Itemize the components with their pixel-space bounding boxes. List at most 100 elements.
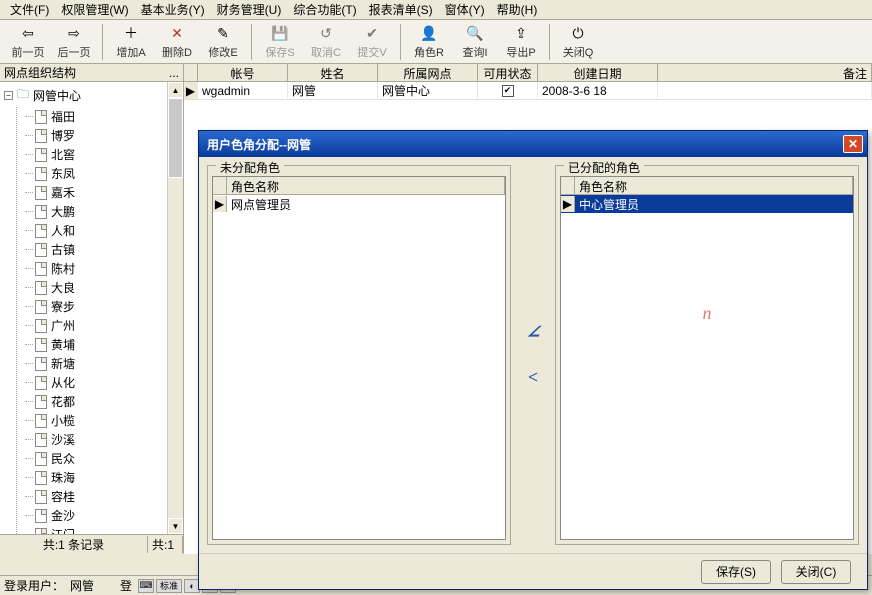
list-item[interactable]: ▶网点管理员 <box>213 195 505 213</box>
toolbar-label: 前一页 <box>12 44 45 60</box>
tree-node[interactable]: 古镇 <box>17 240 165 259</box>
scroll-thumb[interactable] <box>168 98 183 178</box>
scroll-up-icon[interactable]: ▲ <box>168 82 183 98</box>
tree-node[interactable]: 花都 <box>17 392 165 411</box>
toolbar-角色R-button[interactable]: 👤角色R <box>407 22 451 62</box>
col-branch[interactable]: 所属网点 <box>378 64 478 81</box>
tree-root[interactable]: −🗀网管中心 <box>2 84 165 107</box>
tree-node[interactable]: 人和 <box>17 221 165 240</box>
tree-node[interactable]: 大良 <box>17 278 165 297</box>
tree-root-label: 网管中心 <box>33 87 81 104</box>
table-row[interactable]: ▶ wgadmin 网管 网管中心 ✔ 2008-3-6 18 <box>184 82 872 100</box>
tree-node-label: 东凤 <box>51 165 75 182</box>
save-button[interactable]: 保存(S) <box>701 560 771 584</box>
page-icon <box>35 129 47 143</box>
ime-mode[interactable]: 标准 <box>156 579 182 593</box>
tree-node-label: 广州 <box>51 317 75 334</box>
menu-item[interactable]: 帮助(H) <box>491 0 544 20</box>
toolbar-icon: 💾 <box>270 23 290 43</box>
tree-node[interactable]: 嘉禾 <box>17 183 165 202</box>
col-note[interactable]: 备注 <box>658 64 872 81</box>
scroll-down-icon[interactable]: ▼ <box>168 518 183 534</box>
toolbar-修改E-button[interactable]: ✎修改E <box>201 22 245 62</box>
list-item[interactable]: ▶中心管理员 <box>561 195 853 213</box>
toolbar-查询I-button[interactable]: 🔍查询I <box>453 22 497 62</box>
tree-node[interactable]: 江门 <box>17 525 165 534</box>
menu-item[interactable]: 报表清单(S) <box>363 0 439 20</box>
tree-more-icon[interactable]: ... <box>169 66 179 80</box>
tree-node[interactable]: 东凤 <box>17 164 165 183</box>
tree-node-label: 小榄 <box>51 412 75 429</box>
menu-bar: 文件(F)权限管理(W)基本业务(Y)财务管理(U)综合功能(T)报表清单(S)… <box>0 0 872 20</box>
tree-scrollbar[interactable]: ▲ ▼ <box>167 82 183 534</box>
col-enabled[interactable]: 可用状态 <box>478 64 538 81</box>
tree-node[interactable]: 容桂 <box>17 487 165 506</box>
col-date[interactable]: 创建日期 <box>538 64 658 81</box>
toolbar-后一页-button[interactable]: ⇨后一页 <box>52 22 96 62</box>
toolbar-导出P-button[interactable]: ⇪导出P <box>499 22 543 62</box>
toolbar-label: 取消C <box>311 44 341 60</box>
tree-body[interactable]: −🗀网管中心福田博罗北窖东凤嘉禾大鹏人和古镇陈村大良寮步广州黄埔新塘从化花都小榄… <box>0 82 167 534</box>
tree-node[interactable]: 从化 <box>17 373 165 392</box>
tree-node[interactable]: 大鹏 <box>17 202 165 221</box>
menu-item[interactable]: 窗体(Y) <box>439 0 491 20</box>
move-left-icon[interactable]: ∠ <box>525 322 540 343</box>
toolbar-icon: ✔ <box>362 23 382 43</box>
move-right-icon[interactable]: < <box>528 367 538 388</box>
col-account[interactable]: 帐号 <box>198 64 288 81</box>
toolbar-增加A-button[interactable]: ＋增加A <box>109 22 153 62</box>
tree-node-label: 新塘 <box>51 355 75 372</box>
page-icon <box>35 509 47 523</box>
menu-item[interactable]: 财务管理(U) <box>211 0 288 20</box>
tree-node[interactable]: 北窖 <box>17 145 165 164</box>
ime-icon[interactable]: ⌨ <box>138 579 154 593</box>
row-marker-icon: ▶ <box>184 82 198 99</box>
tree-header: 网点组织结构 ... <box>0 64 183 82</box>
toolbar-删除D-button[interactable]: ✕删除D <box>155 22 199 62</box>
tree-node[interactable]: 新塘 <box>17 354 165 373</box>
close-button[interactable]: 关闭(C) <box>781 560 851 584</box>
menu-item[interactable]: 权限管理(W) <box>55 0 134 20</box>
tree-node[interactable]: 小榄 <box>17 411 165 430</box>
close-icon[interactable]: ✕ <box>843 135 863 153</box>
tree-node[interactable]: 广州 <box>17 316 165 335</box>
tree-node-label: 大鹏 <box>51 203 75 220</box>
col-name[interactable]: 姓名 <box>288 64 378 81</box>
unassigned-group: 未分配角色 角色名称 ▶网点管理员 <box>207 165 511 545</box>
row-marker-header <box>184 64 198 81</box>
menu-item[interactable]: 综合功能(T) <box>287 0 362 20</box>
unassigned-grid[interactable]: 角色名称 ▶网点管理员 <box>212 176 506 540</box>
toolbar-前一页-button[interactable]: ⇦前一页 <box>6 22 50 62</box>
collapse-icon[interactable]: − <box>4 91 13 100</box>
menu-item[interactable]: 文件(F) <box>4 0 55 20</box>
tree-node[interactable]: 沙溪 <box>17 430 165 449</box>
tree-node[interactable]: 博罗 <box>17 126 165 145</box>
tree-node[interactable]: 寮步 <box>17 297 165 316</box>
tree-node-label: 黄埔 <box>51 336 75 353</box>
tree-node-label: 大良 <box>51 279 75 296</box>
tree-node[interactable]: 黄埔 <box>17 335 165 354</box>
menu-item[interactable]: 基本业务(Y) <box>135 0 211 20</box>
tree-node[interactable]: 陈村 <box>17 259 165 278</box>
tree-node-label: 福田 <box>51 108 75 125</box>
toolbar-label: 提交V <box>357 44 386 60</box>
assigned-grid[interactable]: 角色名称 ▶中心管理员 n <box>560 176 854 540</box>
page-icon <box>35 148 47 162</box>
tree-node[interactable]: 珠海 <box>17 468 165 487</box>
transfer-buttons: ∠ < <box>519 165 547 545</box>
tree-panel: 网点组织结构 ... −🗀网管中心福田博罗北窖东凤嘉禾大鹏人和古镇陈村大良寮步广… <box>0 64 184 554</box>
toolbar: ⇦前一页⇨后一页＋增加A✕删除D✎修改E💾保存S↺取消C✔提交V👤角色R🔍查询I… <box>0 20 872 64</box>
toolbar-label: 保存S <box>265 44 294 60</box>
tree-node[interactable]: 福田 <box>17 107 165 126</box>
cell-branch: 网管中心 <box>378 82 478 99</box>
dialog-titlebar[interactable]: 用户色角分配--网管 ✕ <box>199 131 867 157</box>
tree-node[interactable]: 民众 <box>17 449 165 468</box>
page-icon <box>35 224 47 238</box>
tree-node[interactable]: 金沙 <box>17 506 165 525</box>
toolbar-关闭Q-button[interactable]: ⏻关闭Q <box>556 22 600 62</box>
grid-header-row: 帐号 姓名 所属网点 可用状态 创建日期 备注 <box>184 64 872 82</box>
cell-account: wgadmin <box>198 82 288 99</box>
toolbar-保存S-button: 💾保存S <box>258 22 302 62</box>
tree-node-label: 民众 <box>51 450 75 467</box>
cell-enabled[interactable]: ✔ <box>478 82 538 99</box>
